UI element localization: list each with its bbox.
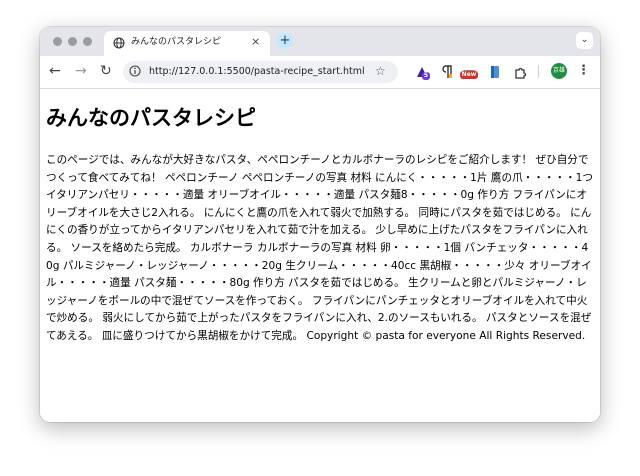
extension-count-badge: 5 — [422, 72, 430, 80]
window-zoom-dot[interactable] — [83, 37, 92, 46]
window-minimize-dot[interactable] — [68, 37, 77, 46]
tab-active[interactable]: みんなのパスタレシピ × — [104, 31, 270, 56]
toolbar: ← → ↻ http://127.0.0.1:5500/pasta-recipe… — [40, 56, 600, 89]
page-heading: みんなのパスタレシピ — [46, 106, 256, 130]
extension-book-icon[interactable] — [489, 64, 501, 78]
page-content: みんなのパスタレシピ このページでは、みんなが大好きなパスタ、ペペロンチーノとカ… — [40, 89, 600, 422]
toolbar-divider — [538, 65, 539, 78]
tab-strip: みんなのパスタレシピ × + ⌄ — [40, 27, 600, 56]
window-close-dot[interactable] — [53, 37, 62, 46]
page-body-text: このページでは、みんなが大好きなパスタ、ペペロンチーノとカルボナーラのレシピをご… — [46, 154, 593, 342]
tab-search-chevron-icon[interactable]: ⌄ — [576, 32, 593, 49]
extension-purple-icon[interactable]: 5 — [415, 64, 430, 80]
bookmark-star-icon[interactable]: ☆ — [375, 64, 386, 79]
extension-new-icon[interactable]: New — [460, 64, 478, 80]
globe-icon — [113, 37, 125, 49]
tab-close-icon[interactable]: × — [251, 35, 260, 49]
extensions-puzzle-icon[interactable] — [514, 64, 527, 79]
browser-menu-icon[interactable]: ⋮ — [577, 63, 590, 79]
site-info-icon[interactable] — [129, 65, 141, 77]
back-icon[interactable]: ← — [49, 63, 61, 79]
tab-title: みんなのパスタレシピ — [131, 37, 222, 47]
profile-avatar[interactable]: 京雄 — [551, 63, 567, 79]
address-bar[interactable]: http://127.0.0.1:5500/pasta-recipe_start… — [123, 61, 398, 83]
forward-icon[interactable]: → — [75, 63, 87, 79]
extension-new-badge: New — [460, 71, 478, 79]
new-tab-button[interactable]: + — [277, 33, 293, 49]
browser-window: みんなのパスタレシピ × + ⌄ ← → ↻ http://127.0.0.1:… — [40, 27, 600, 422]
extension-pilcrow-icon[interactable] — [440, 64, 452, 78]
reload-icon[interactable]: ↻ — [100, 63, 112, 79]
url-text[interactable]: http://127.0.0.1:5500/pasta-recipe_start… — [149, 65, 365, 78]
